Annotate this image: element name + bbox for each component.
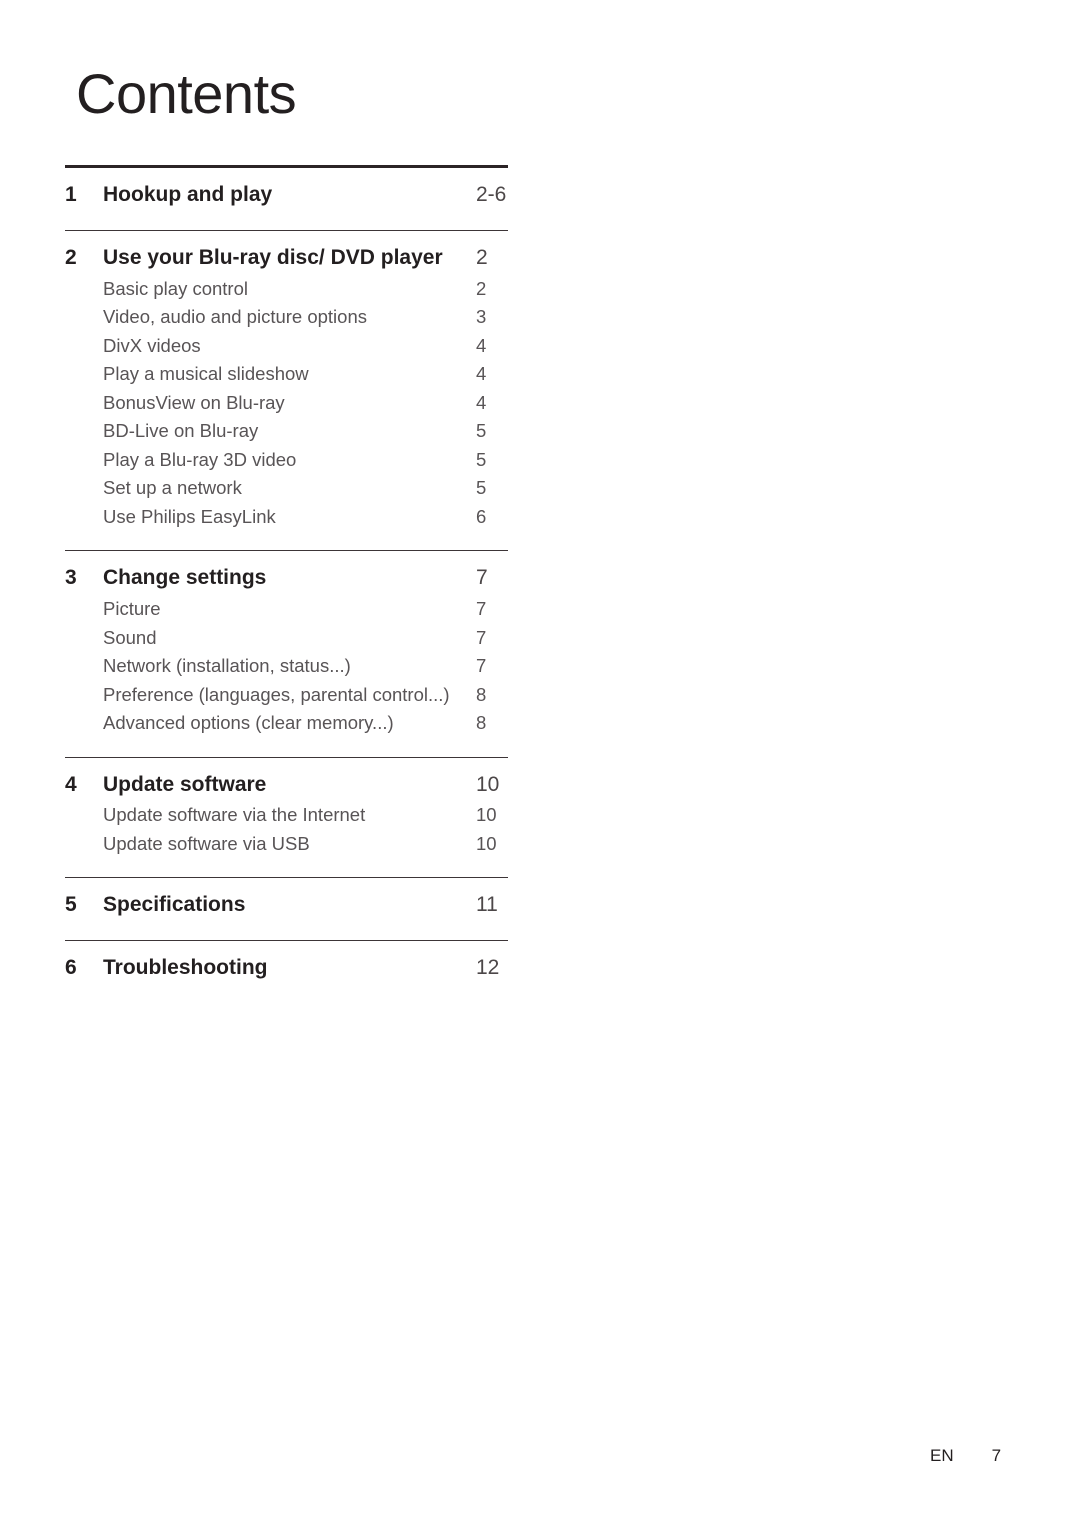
toc-subentry-row[interactable]: BD-Live on Blu-ray 5: [65, 417, 508, 445]
subentry-label: Update software via USB: [103, 832, 310, 854]
subentry-page: 10: [476, 804, 497, 826]
toc-subentry-row[interactable]: Video, audio and picture options 3: [65, 303, 508, 331]
subentry-list: Basic play control 2 Video, audio and pi…: [65, 275, 508, 531]
subentry-page: 10: [476, 832, 497, 854]
section-page: 7: [476, 566, 488, 590]
toc-subentry-row[interactable]: Update software via the Internet 10: [65, 801, 508, 829]
footer-page-number: 7: [991, 1446, 1002, 1465]
toc-subentry-row[interactable]: Play a Blu-ray 3D video 5: [65, 446, 508, 474]
section-title: Change settings: [103, 566, 267, 590]
toc-section-row[interactable]: 2 Use your Blu-ray disc/ DVD player 2: [65, 242, 508, 274]
toc-group-6: 6 Troubleshooting 12: [65, 941, 508, 984]
subentry-label: Network (installation, status...): [103, 655, 351, 677]
subentry-label: Play a musical slideshow: [103, 363, 309, 385]
subentry-label: Video, audio and picture options: [103, 306, 367, 328]
subentry-label: Advanced options (clear memory...): [103, 712, 394, 734]
section-page: 2-6: [476, 183, 507, 206]
section-title: Use your Blu-ray disc/ DVD player: [103, 245, 443, 269]
subentry-label: Preference (languages, parental control.…: [103, 683, 450, 705]
section-page: 11: [476, 893, 498, 917]
section-title: Specifications: [103, 893, 246, 917]
subentry-page: 2: [476, 277, 487, 299]
toc-subentry-row[interactable]: Advanced options (clear memory...) 8: [65, 709, 508, 737]
section-title: Update software: [103, 772, 267, 796]
subentry-label: BonusView on Blu-ray: [103, 391, 285, 413]
toc-subentry-row[interactable]: Sound 7: [65, 624, 508, 652]
toc-section-row[interactable]: 5 Specifications 11: [65, 889, 508, 921]
toc-section-row[interactable]: 3 Change settings 7: [65, 562, 508, 594]
subentry-page: 4: [476, 334, 487, 356]
subentry-page: 5: [476, 420, 487, 442]
toc-subentry-row[interactable]: Play a musical slideshow 4: [65, 360, 508, 388]
toc-subentry-row[interactable]: Preference (languages, parental control.…: [65, 681, 508, 709]
toc-section-row[interactable]: 1 Hookup and play 2-6: [65, 179, 508, 211]
section-number: 6: [65, 956, 77, 980]
page-title: Contents: [76, 62, 297, 125]
section-number: 1: [65, 183, 77, 206]
subentry-page: 5: [476, 448, 487, 470]
subentry-page: 5: [476, 477, 487, 499]
section-number: 2: [65, 245, 77, 269]
subentry-label: Update software via the Internet: [103, 804, 366, 826]
toc-subentry-row[interactable]: Update software via USB 10: [65, 830, 508, 858]
footer-language: EN: [930, 1446, 954, 1465]
toc-group-2: 2 Use your Blu-ray disc/ DVD player 2 Ba…: [65, 231, 508, 531]
subentry-list: Picture 7 Sound 7 Network (installation,…: [65, 595, 508, 737]
section-page: 2: [476, 245, 488, 269]
toc-group-3: 3 Change settings 7 Picture 7 Sound 7 Ne…: [65, 551, 508, 737]
toc-subentry-row[interactable]: Set up a network 5: [65, 474, 508, 502]
table-of-contents: 1 Hookup and play 2-6 2 Use your Blu-ray…: [65, 165, 508, 984]
subentry-label: Set up a network: [103, 477, 242, 499]
subentry-page: 6: [476, 505, 487, 527]
section-page: 10: [476, 772, 500, 796]
subentry-label: Picture: [103, 598, 161, 620]
toc-section-row[interactable]: 6 Troubleshooting 12: [65, 952, 508, 984]
subentry-label: Basic play control: [103, 277, 248, 299]
subentry-label: DivX videos: [103, 334, 201, 356]
subentry-page: 4: [476, 391, 487, 413]
subentry-page: 7: [476, 598, 487, 620]
toc-subentry-row[interactable]: DivX videos 4: [65, 332, 508, 360]
toc-subentry-row[interactable]: Basic play control 2: [65, 275, 508, 303]
toc-group-4: 4 Update software 10 Update software via…: [65, 758, 508, 859]
toc-section-row[interactable]: 4 Update software 10: [65, 769, 508, 801]
toc-subentry-row[interactable]: Network (installation, status...) 7: [65, 652, 508, 680]
section-title: Troubleshooting: [103, 956, 268, 980]
subentry-label: Use Philips EasyLink: [103, 505, 276, 527]
subentry-page: 7: [476, 655, 487, 677]
section-number: 3: [65, 566, 77, 590]
subentry-label: Sound: [103, 626, 157, 648]
section-title: Hookup and play: [103, 183, 273, 206]
section-number: 5: [65, 893, 77, 917]
toc-subentry-row[interactable]: Use Philips EasyLink 6: [65, 503, 508, 531]
page-footer: EN 7: [930, 1446, 1001, 1466]
subentry-page: 8: [476, 712, 487, 734]
subentry-label: BD-Live on Blu-ray: [103, 420, 259, 442]
subentry-label: Play a Blu-ray 3D video: [103, 448, 297, 470]
toc-subentry-row[interactable]: BonusView on Blu-ray 4: [65, 389, 508, 417]
subentry-page: 3: [476, 306, 487, 328]
manual-contents-page: Contents 1 Hookup and play 2-6 2 Use you…: [0, 0, 1080, 1527]
subentry-page: 7: [476, 626, 487, 648]
toc-subentry-row[interactable]: Picture 7: [65, 595, 508, 623]
toc-group-1: 1 Hookup and play 2-6: [65, 168, 508, 211]
subentry-page: 8: [476, 683, 487, 705]
section-page: 12: [476, 956, 500, 980]
subentry-page: 4: [476, 363, 487, 385]
section-number: 4: [65, 772, 77, 796]
toc-group-5: 5 Specifications 11: [65, 878, 508, 921]
subentry-list: Update software via the Internet 10 Upda…: [65, 801, 508, 858]
